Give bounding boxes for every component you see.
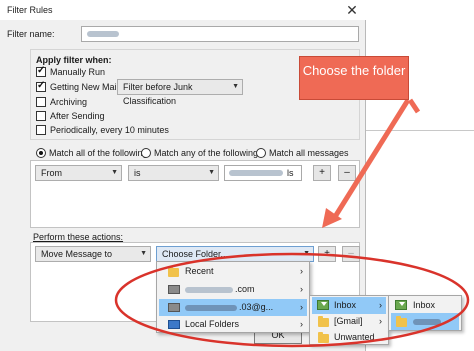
callout-text: Choose the folder (302, 63, 406, 78)
highlight-ellipse (114, 252, 470, 348)
callout-arrow-tail (407, 98, 421, 114)
annotation-overlay (114, 98, 470, 348)
callout-arrow-shaft (330, 98, 411, 222)
choose-folder-callout: Choose the folder (299, 56, 409, 100)
